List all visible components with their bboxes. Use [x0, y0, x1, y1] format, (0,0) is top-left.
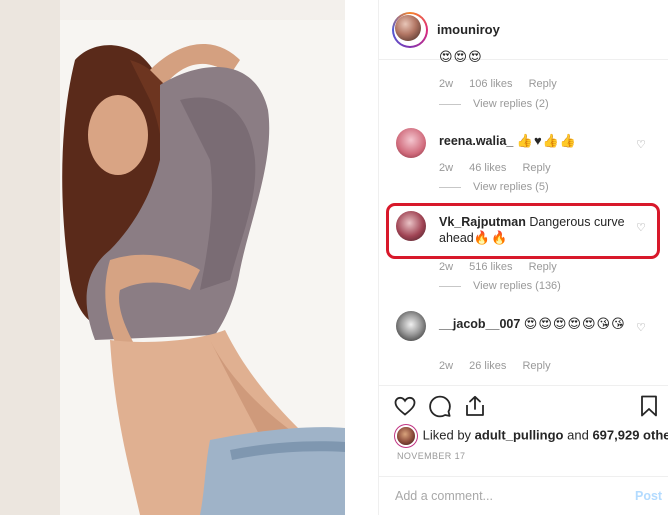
comment-emoji: 😍😍😍😍😍😘😘 [523, 316, 626, 331]
comment-like-icon[interactable]: ♡ [636, 138, 646, 151]
comment-reply-button[interactable]: Reply [529, 78, 557, 90]
liker-username[interactable]: adult_pullingo [475, 427, 564, 442]
view-replies-link[interactable]: View replies (5) [439, 181, 549, 193]
comment-age: 2w [439, 78, 454, 90]
liked-by-summary: Liked by adult_pullingo and 697,929 othe… [397, 427, 668, 445]
comment-likes[interactable]: 26 likes [469, 360, 506, 372]
post-action-bar [379, 385, 668, 423]
bookmark-icon[interactable] [637, 394, 661, 418]
comment-reply-button[interactable]: Reply [522, 360, 550, 372]
commenter-avatar[interactable] [396, 311, 426, 341]
comment-meta: 2w 106 likes Reply [439, 78, 570, 90]
profile-avatar[interactable] [392, 12, 428, 48]
comment-age: 2w [439, 261, 454, 273]
share-upload-icon[interactable] [463, 394, 487, 418]
comment-like-icon[interactable]: ♡ [636, 321, 646, 334]
comment-username[interactable]: reena.walia_ [439, 134, 513, 148]
comment-reply-button[interactable]: Reply [529, 261, 557, 273]
likes-count-link[interactable]: 697,929 others [592, 427, 668, 442]
comment-bubble-icon[interactable] [428, 394, 452, 418]
heart-outline-icon[interactable] [393, 394, 417, 418]
comment-emoji: 😍😍😍 [439, 49, 483, 64]
view-replies-link[interactable]: View replies (136) [439, 280, 561, 292]
comment-input[interactable] [395, 489, 605, 503]
comment-text: reena.walia_ 👍♥👍👍 [439, 133, 629, 149]
comment-reply-button[interactable]: Reply [522, 162, 550, 174]
comment-meta: 2w 516 likes Reply [439, 261, 570, 273]
comment-meta: 2w 26 likes Reply [439, 360, 564, 372]
post-button[interactable]: Post [635, 489, 662, 503]
view-replies-link[interactable]: View replies (2) [439, 98, 549, 110]
comment-age: 2w [439, 360, 454, 372]
liker-avatar[interactable] [397, 427, 415, 445]
comment-emoji: 👍♥👍👍 [516, 133, 578, 148]
highlight-box [386, 203, 660, 259]
header-username[interactable]: imouniroy [437, 22, 500, 37]
comment-likes[interactable]: 106 likes [469, 78, 512, 90]
post-photo-illustration [0, 0, 345, 515]
add-comment-bar: Post [379, 476, 668, 515]
comment-likes[interactable]: 516 likes [469, 261, 512, 273]
comment-age: 2w [439, 162, 454, 174]
comment-text: __jacob__007 😍😍😍😍😍😘😘 [439, 316, 629, 332]
post-photo[interactable] [0, 0, 345, 515]
comment-username[interactable]: __jacob__007 [439, 317, 520, 331]
comment-likes[interactable]: 46 likes [469, 162, 506, 174]
post-date: NOVEMBER 17 [397, 451, 466, 461]
commenter-avatar[interactable] [396, 128, 426, 158]
comment-meta: 2w 46 likes Reply [439, 162, 564, 174]
